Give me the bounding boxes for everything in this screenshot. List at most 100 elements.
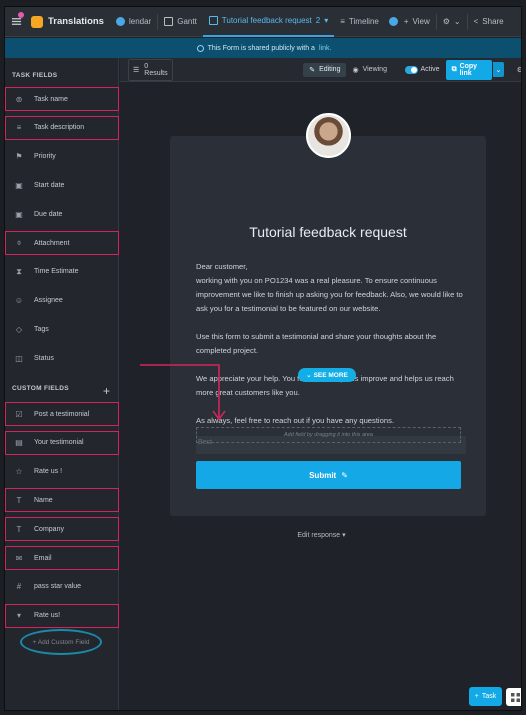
space-logo-icon <box>31 15 43 28</box>
sidebar-field-item[interactable]: ⊚ Task name <box>5 87 119 111</box>
sidebar-field-label: Start date <box>34 181 65 189</box>
sidebar-field-item[interactable]: T Name <box>5 488 119 513</box>
form-description[interactable]: Dear customer, working with you on PO123… <box>196 260 466 442</box>
plus-icon: + <box>474 693 479 700</box>
sidebar-field-label: Post a testimonial <box>34 410 90 418</box>
text-area-icon: ▤ <box>15 438 23 448</box>
sidebar-field-label: Time Estimate <box>34 268 79 276</box>
sidebar-field-label: Rate us! <box>34 612 61 620</box>
description-paragraph: Use this form to submit a testimonial an… <box>196 332 437 355</box>
sidebar-field-item[interactable]: ≡ Task description <box>5 115 119 140</box>
submit-button[interactable]: Submit ✎ <box>196 461 461 489</box>
results-label: 0 Results <box>144 62 168 77</box>
sidebar-field-item[interactable]: # pass star value <box>5 575 119 599</box>
fields-sidebar: TASK FIELDS ⊚ Task name ≡ Task description ⚑… <box>5 58 119 710</box>
sidebar-field-item[interactable]: ▤ Your testimonial <box>5 430 119 455</box>
chevron-down-icon: ▾ <box>342 532 346 539</box>
sidebar-field-label: Status <box>34 354 54 362</box>
tab-count: 2 <box>315 16 321 25</box>
eye-icon: ◉ <box>352 66 359 74</box>
space-title: Translations <box>48 16 104 27</box>
results-button[interactable]: ☰ 0 Results <box>128 58 174 81</box>
sidebar-field-item[interactable]: ▣ Due date <box>5 202 119 226</box>
user-icon: ☺ <box>14 296 24 306</box>
edit-response-label: Edit response <box>297 532 341 539</box>
pencil-icon: ✎ <box>309 66 316 74</box>
new-task-button[interactable]: + Task <box>469 687 502 706</box>
copy-link-dropdown[interactable]: ⌄ <box>493 62 504 77</box>
menu-button[interactable] <box>5 7 27 37</box>
hourglass-icon: ⧗ <box>16 266 22 276</box>
globe-icon <box>196 44 204 52</box>
star-icon: ☆ <box>15 467 23 477</box>
tab-gantt[interactable]: Gantt <box>158 7 203 37</box>
sidebar-field-item[interactable]: ▣ Start date <box>5 173 119 197</box>
sidebar-field-item[interactable]: ⧗ Time Estimate <box>5 260 119 284</box>
copy-icon: ⧉ <box>451 65 457 73</box>
sidebar-field-item[interactable]: T Company <box>5 517 119 542</box>
field-dropzone[interactable]: Add field by dragging it into this area <box>196 427 461 443</box>
tab-label: lendar <box>128 17 152 26</box>
app-window: Translations lendar Gantt Tutorial feedb… <box>4 6 522 711</box>
sidebar-field-label: Task name <box>34 95 68 103</box>
active-label: Active <box>420 66 440 73</box>
settings-button[interactable]: ⚙ ⌄ <box>437 7 467 37</box>
sidebar-field-item[interactable]: ◫ Status <box>5 346 119 370</box>
gear-icon[interactable]: ⚙ <box>517 66 521 74</box>
sidebar-field-item[interactable]: ⌽ Attachment <box>5 231 119 255</box>
custom-fields-heading: CUSTOM FIELDS <box>12 385 69 392</box>
active-toggle[interactable] <box>405 65 418 74</box>
sidebar-field-item[interactable]: ☺ Assignee <box>5 289 119 313</box>
top-bar: Translations lendar Gantt Tutorial feedb… <box>5 7 521 37</box>
gantt-icon <box>164 17 174 26</box>
add-custom-field-button[interactable]: + Add Custom Field <box>20 629 102 655</box>
chevron-down-icon: ⌄ <box>453 17 461 26</box>
email-icon: ✉ <box>15 553 23 563</box>
sidebar-field-item[interactable]: ◇ Tags <box>5 317 119 341</box>
description-paragraph: As always, feel free to reach out if you… <box>196 416 394 425</box>
tab-label: Tutorial feedback request <box>221 16 312 25</box>
chevron-down-icon: ⌄ <box>495 66 502 74</box>
checkbox-icon: ☑ <box>15 409 23 419</box>
tab-label: Timeline <box>348 17 379 26</box>
sidebar-field-item[interactable]: ⚑ Priority <box>5 145 119 169</box>
hash-icon: # <box>16 582 22 592</box>
form-icon <box>208 16 218 25</box>
sidebar-field-item[interactable]: ✉ Email <box>5 546 119 570</box>
banner-link[interactable]: link. <box>319 45 331 52</box>
scroll-tabs-button[interactable] <box>388 17 398 26</box>
timeline-icon: ≡ <box>340 17 345 26</box>
apps-grid-button[interactable] <box>506 688 521 706</box>
tab-calendar[interactable]: lendar <box>110 7 157 37</box>
sidebar-field-label: Attachment <box>34 239 70 247</box>
status-icon: ◫ <box>15 353 23 363</box>
tag-icon: ◇ <box>15 324 23 334</box>
share-label: Share <box>482 17 504 26</box>
edit-response-button[interactable]: Edit response ▾ <box>120 531 521 539</box>
pencil-icon: ✎ <box>341 470 348 480</box>
sidebar-field-label: Your testimonial <box>34 439 84 447</box>
text-icon: T <box>16 524 22 534</box>
tab-timeline[interactable]: ≡ Timeline <box>334 7 385 37</box>
share-button[interactable]: < Share <box>468 7 510 37</box>
add-custom-field-plus-icon[interactable]: + <box>103 384 110 398</box>
sidebar-field-label: Task description <box>34 124 85 132</box>
public-share-banner: This Form is shared publicly with a link… <box>5 38 521 58</box>
form-title[interactable]: Tutorial feedback request <box>170 224 486 240</box>
list-icon: ☰ <box>133 66 140 74</box>
sidebar-field-item[interactable]: ☑ Post a testimonial <box>5 402 119 426</box>
tab-label: View <box>412 17 430 26</box>
see-more-button[interactable]: ⌄ SEE MORE <box>298 368 356 382</box>
add-view-button[interactable]: + View <box>398 7 436 37</box>
sidebar-field-item[interactable]: ▾ Rate us! <box>5 603 119 628</box>
editing-mode-button[interactable]: ✎ Editing <box>303 62 347 77</box>
copy-link-button[interactable]: ⧉ Copy link <box>445 59 493 80</box>
copy-link-label: Copy link <box>459 62 478 77</box>
editing-label: Editing <box>319 66 341 73</box>
calendar-icon: ▣ <box>15 180 23 190</box>
viewing-mode-button[interactable]: ◉ Viewing <box>346 63 393 77</box>
tab-form[interactable]: Tutorial feedback request 2 ▾ <box>202 7 335 37</box>
description-paragraph: Dear customer, working with you on PO123… <box>196 262 463 313</box>
sidebar-field-item[interactable]: ☆ Rate us ! <box>5 460 119 484</box>
dropdown-icon: ▾ <box>16 611 21 621</box>
